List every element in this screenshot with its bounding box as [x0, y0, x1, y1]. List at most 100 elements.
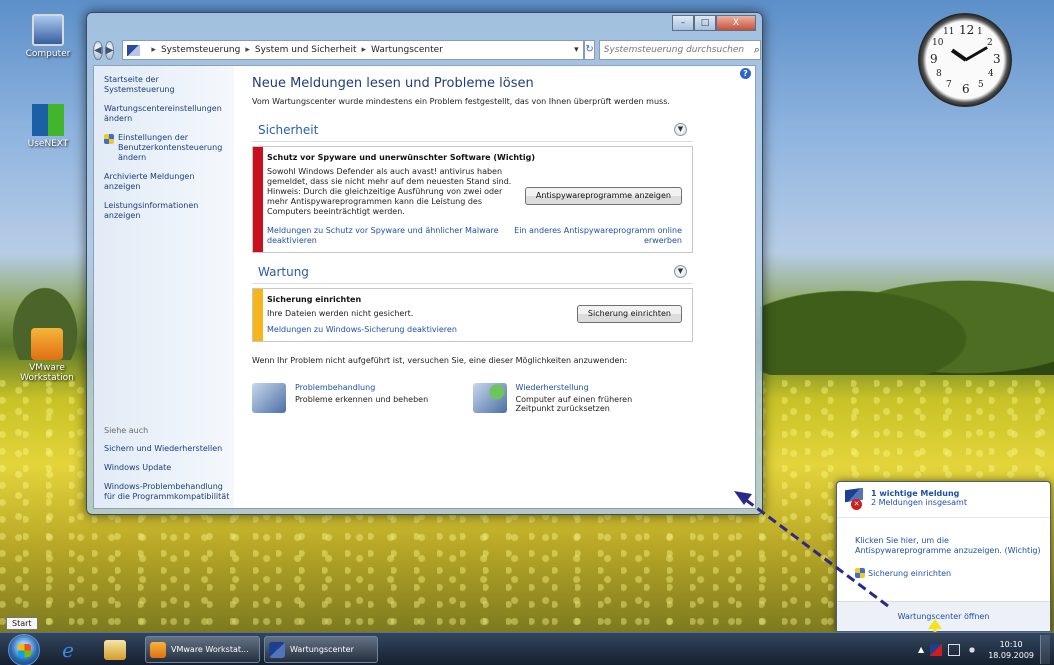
link-control-panel-home[interactable]: Startseite der Systemsteuerung: [104, 75, 224, 95]
desktop-icon-computer[interactable]: Computer: [8, 14, 88, 59]
clock-number: 10: [932, 38, 944, 48]
window-client-area: Startseite der Systemsteuerung Wartungsc…: [93, 65, 756, 509]
taskbar: e VMware Workstat... Wartungscenter ▲ 10…: [0, 632, 1054, 665]
alert-title: Schutz vor Spyware und unerwünschter Sof…: [267, 153, 535, 162]
open-action-center-link[interactable]: Wartungscenter öffnen: [837, 601, 1050, 631]
clock-gadget[interactable]: 12 3 6 9 1 2 4 5 7 8 10 11: [918, 13, 1012, 107]
clock-number: 6: [962, 82, 970, 96]
link-performance-info[interactable]: Leistungsinformationen anzeigen: [104, 201, 224, 221]
intro-text: Vom Wartungscenter wurde mindestens ein …: [252, 97, 670, 106]
flyout-backup-item[interactable]: Sicherung einrichten: [837, 556, 1050, 578]
alert-severity-bar: [253, 289, 263, 341]
link-compat-troubleshooter[interactable]: Windows-Problembehandlung für die Progra…: [104, 482, 234, 502]
search-icon[interactable]: ⌕: [754, 43, 760, 57]
taskbar-button-vmware[interactable]: VMware Workstat...: [145, 636, 260, 663]
backup-alert: Sicherung einrichten Ihre Dateien werden…: [252, 288, 693, 342]
breadcrumb-systemsteuerung[interactable]: Systemsteuerung: [161, 45, 240, 55]
taskbar-button-action-center[interactable]: Wartungscenter: [264, 636, 378, 663]
volume-icon[interactable]: [966, 643, 979, 656]
flyout-antispyware-message[interactable]: Klicken Sie hier, um die Antispywareprog…: [837, 518, 1050, 556]
minimize-button[interactable]: –: [672, 15, 694, 31]
start-tooltip: Start: [6, 617, 38, 630]
network-icon[interactable]: [948, 643, 961, 656]
action-center-window[interactable]: – □ X ◀ ▶ ▸ Systemsteuerung ▸ System und…: [86, 12, 763, 515]
breadcrumb-separator-icon: ▸: [151, 45, 156, 55]
explorer-icon[interactable]: [104, 640, 126, 660]
chevron-down-icon[interactable]: ▼: [674, 123, 687, 136]
flyout-headline: 1 wichtige Meldung: [871, 489, 960, 498]
clock-number: 2: [987, 38, 993, 48]
link-uac-settings[interactable]: Einstellungen der Benutzerkontensteuerun…: [104, 133, 224, 163]
troubleshooting-tool[interactable]: Problembehandlung Probleme erkennen und …: [252, 383, 473, 413]
action-center-flyout[interactable]: ✕ 1 wichtige Meldung 2 Meldungen insgesa…: [836, 481, 1051, 632]
clock-number: 1: [977, 27, 983, 37]
breadcrumb-system-und-sicherheit[interactable]: System und Sicherheit: [255, 45, 357, 55]
desktop-icon-usenext[interactable]: UseNEXT: [8, 104, 88, 149]
clock-number: 5: [978, 80, 984, 90]
start-button[interactable]: [8, 634, 40, 665]
clock-number: 11: [943, 27, 955, 37]
main-content: Neue Meldungen lesen und Probleme lösen …: [252, 76, 693, 413]
search-box[interactable]: ⌕: [598, 40, 761, 60]
clock-number: 3: [993, 52, 1001, 66]
link-archived-messages[interactable]: Archivierte Meldungen anzeigen: [104, 172, 224, 192]
see-also-section: Siehe auch Sichern und Wiederherstellen …: [104, 426, 234, 511]
setup-backup-button[interactable]: Sicherung einrichten: [576, 305, 682, 323]
maintenance-section-title: Wartung: [258, 265, 309, 279]
show-hidden-icons-icon[interactable]: ▲: [918, 645, 924, 654]
alert-title: Sicherung einrichten: [267, 295, 362, 304]
help-icon[interactable]: ?: [740, 68, 751, 79]
tray-clock[interactable]: 10:10 18.09.2009: [988, 639, 1034, 661]
back-button[interactable]: ◀: [93, 40, 103, 60]
tool-title[interactable]: Problembehandlung: [295, 383, 428, 392]
tool-title[interactable]: Wiederherstellung: [516, 383, 646, 392]
clock-number: 7: [946, 80, 952, 90]
troubleshooting-icon: [252, 383, 286, 413]
desktop-icon-vmware[interactable]: VMware Workstation: [2, 328, 92, 383]
system-tray: ▲ 10:10 18.09.2009: [918, 635, 1050, 664]
link-action-center-settings[interactable]: Wartungscentereinstellungen ändern: [104, 104, 224, 124]
action-center-tray-icon[interactable]: [930, 643, 943, 656]
page-title: Neue Meldungen lesen und Probleme lösen: [252, 76, 534, 91]
clock-hour-hand: [950, 48, 968, 62]
internet-explorer-icon[interactable]: e: [54, 637, 82, 663]
alert-severity-bar: [253, 147, 263, 252]
wallpaper-trees: [760, 255, 1054, 375]
spyware-alert: Schutz vor Spyware und unerwünschter Sof…: [252, 146, 693, 253]
address-dropdown-icon[interactable]: ▾: [569, 45, 583, 55]
maximize-button[interactable]: □: [694, 15, 716, 31]
security-section-title: Sicherheit: [258, 123, 319, 137]
disable-spyware-messages-link[interactable]: Meldungen zu Schutz vor Spyware und ähnl…: [267, 226, 514, 246]
try-hint-text: Wenn Ihr Problem nicht aufgeführt ist, v…: [252, 356, 628, 365]
show-antispyware-button[interactable]: Antispywareprogramme anzeigen: [524, 187, 682, 205]
desktop-icon-label: Computer: [25, 49, 71, 59]
show-desktop-button[interactable]: [1040, 635, 1050, 664]
link-windows-update[interactable]: Windows Update: [104, 463, 234, 473]
maintenance-section-header[interactable]: Wartung ▼: [252, 263, 693, 284]
breadcrumb-wartungscenter[interactable]: Wartungscenter: [371, 45, 443, 55]
address-bar[interactable]: ▸ Systemsteuerung ▸ System und Sicherhei…: [122, 40, 585, 60]
flyout-header: ✕ 1 wichtige Meldung 2 Meldungen insgesa…: [837, 482, 1050, 518]
disable-backup-messages-link[interactable]: Meldungen zu Windows-Sicherung deaktivie…: [267, 325, 517, 335]
link-backup-restore[interactable]: Sichern und Wiederherstellen: [104, 444, 234, 454]
taskbar-button-label: Wartungscenter: [290, 645, 354, 654]
refresh-icon[interactable]: ↻: [584, 40, 595, 60]
computer-icon: [32, 14, 64, 46]
usenext-icon: [32, 104, 64, 136]
clock-number: 9: [930, 52, 938, 66]
action-center-flag-icon: ✕: [845, 487, 865, 511]
forward-button[interactable]: ▶: [104, 40, 115, 60]
search-input[interactable]: [603, 45, 754, 55]
get-antispyware-online-link[interactable]: Ein anderes Antispywareprogramm online e…: [514, 226, 682, 246]
desktop-icon-label: UseNEXT: [27, 139, 69, 149]
action-center-flag-icon: [127, 44, 141, 56]
close-button[interactable]: X: [716, 15, 756, 31]
flyout-backup-label: Sicherung einrichten: [868, 568, 952, 578]
security-section-header[interactable]: Sicherheit ▼: [252, 121, 693, 142]
taskbar-button-label: VMware Workstat...: [171, 645, 249, 654]
tray-date: 18.09.2009: [988, 650, 1034, 660]
chevron-down-icon[interactable]: ▼: [674, 265, 687, 278]
action-center-flag-icon: [269, 641, 285, 658]
recovery-tool[interactable]: Wiederherstellung Computer auf einen frü…: [472, 383, 694, 413]
tool-description: Computer auf einen früheren Zeitpunkt zu…: [515, 395, 633, 413]
